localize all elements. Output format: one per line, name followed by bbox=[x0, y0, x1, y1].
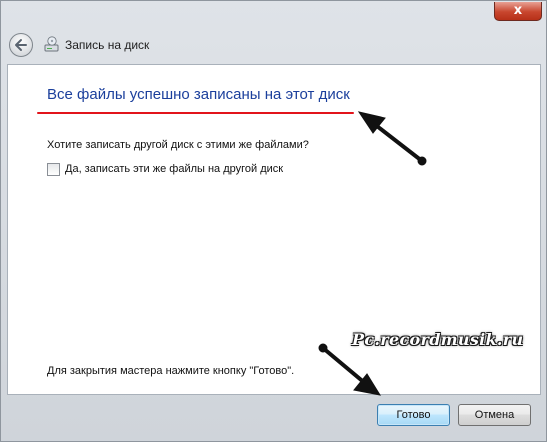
back-button[interactable] bbox=[9, 33, 33, 57]
closing-instructions: Для закрытия мастера нажмите кнопку "Гот… bbox=[47, 365, 295, 377]
watermark-logo: Pc.recordmusik.ru bbox=[352, 330, 524, 349]
disc-burner-icon bbox=[44, 36, 59, 52]
close-button[interactable]: x bbox=[494, 2, 542, 21]
close-icon: x bbox=[513, 3, 523, 18]
burn-disc-wizard-window: x Запись на диск Все файлы успешно запис… bbox=[0, 0, 547, 442]
back-arrow-icon bbox=[15, 39, 27, 51]
done-button[interactable]: Готово bbox=[377, 404, 450, 426]
red-underline-annotation bbox=[37, 112, 354, 114]
page-heading: Все файлы успешно записаны на этот диск bbox=[47, 86, 350, 103]
cancel-button[interactable]: Отмена bbox=[458, 404, 531, 426]
window-title: Запись на диск bbox=[65, 38, 150, 52]
burn-another-disc-checkbox[interactable] bbox=[47, 163, 60, 176]
question-text: Хотите записать другой диск с этими же ф… bbox=[47, 139, 309, 151]
checkbox-label: Да, записать эти же файлы на другой диск bbox=[65, 163, 284, 175]
